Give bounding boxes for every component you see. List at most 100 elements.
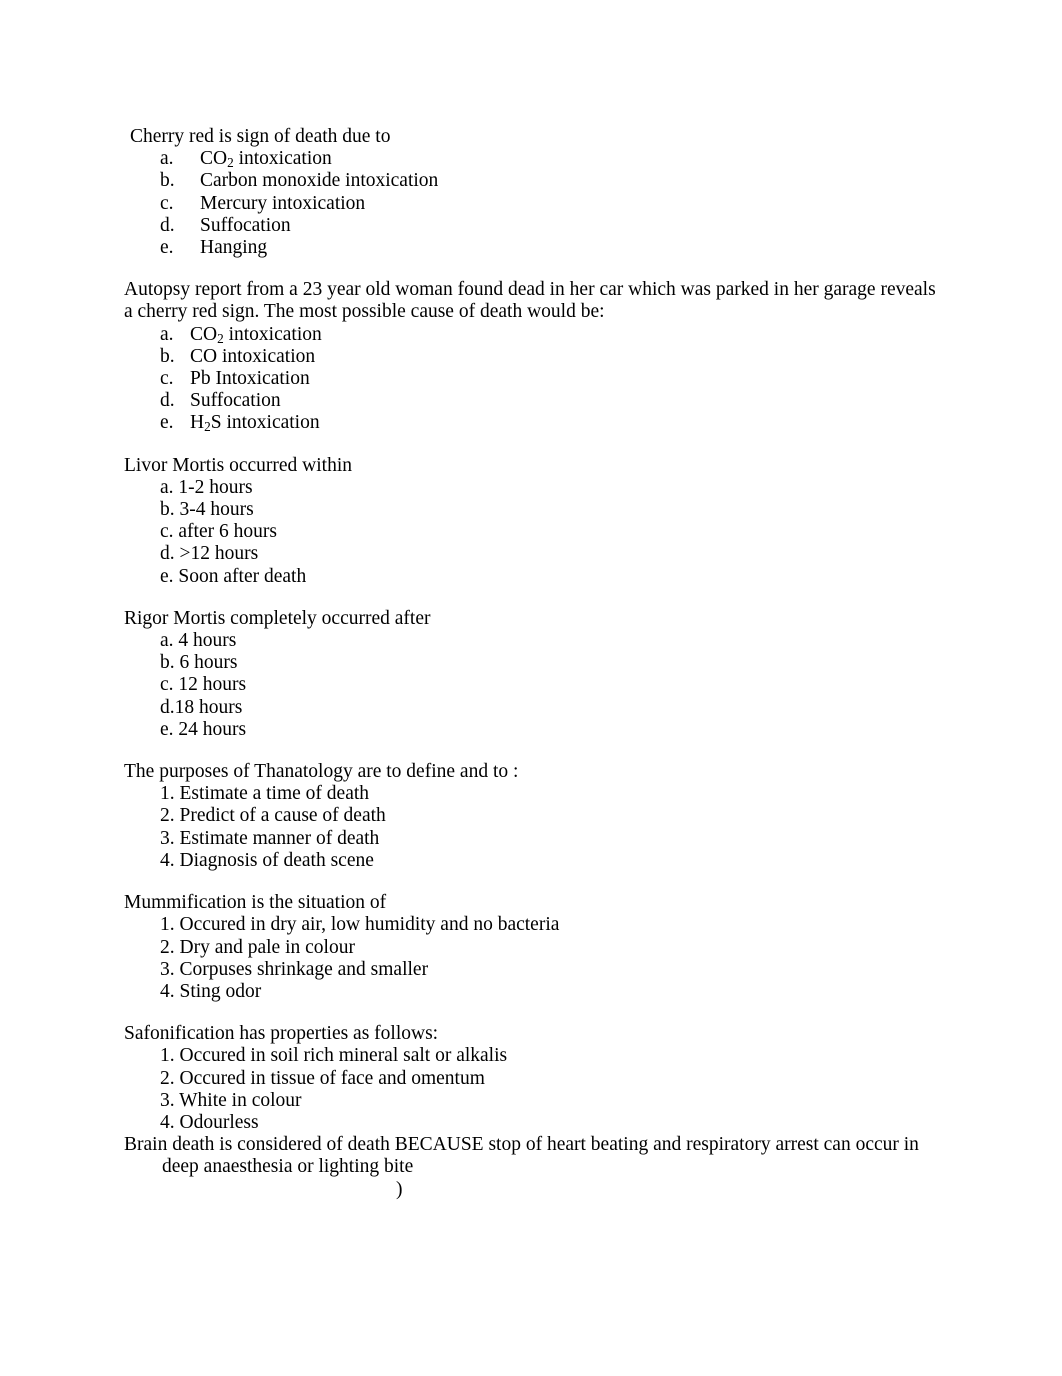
option-text-main: 3. Corpuses shrinkage and smaller — [160, 958, 429, 980]
option-marker: d. — [160, 214, 175, 236]
question-stem-cherry-red-sign: Cherry red is sign of death due to — [130, 126, 391, 147]
option-marker: c. — [160, 368, 174, 390]
option-list-autopsy-report-garage: a. CO2 intoxication b. CO intoxication c. Pb … — [124, 324, 940, 435]
question-stem-autopsy-report-garage: Autopsy report from a 23 year old woman … — [124, 279, 936, 323]
option-item[interactable]: 3. Estimate manner of death — [124, 828, 940, 850]
option-item[interactable]: c. Mercury intoxication — [124, 193, 940, 215]
option-item[interactable]: e. 24 hours — [124, 719, 940, 741]
option-text: 1. Occured in soil rich mineral salt or … — [160, 1045, 507, 1066]
option-item[interactable]: d. >12 hours — [124, 543, 940, 565]
option-text: d. >12 hours — [160, 543, 258, 564]
option-text-main: c. after 6 hours — [160, 521, 277, 543]
option-text-main: Suffocation — [190, 390, 281, 412]
option-item[interactable]: d. Suffocation — [124, 390, 940, 412]
option-item[interactable]: 3. Corpuses shrinkage and smaller — [124, 959, 940, 981]
option-text-main: 2. Predict of a cause of death — [160, 805, 386, 827]
option-list-livor-mortis: a. 1-2 hours b. 3-4 hours c. after 6 hours… — [124, 477, 940, 588]
option-item[interactable]: b. 3-4 hours — [124, 499, 940, 521]
option-text-main: 4. Diagnosis of death scene — [160, 849, 374, 871]
option-text-tail: intoxication — [223, 323, 322, 345]
question-stem-brain-death: Brain death is considered of death BECAU… — [124, 1134, 940, 1201]
option-text: CO2 intoxication — [190, 324, 322, 345]
question-stem-safonification: Safonification has properties as follows… — [124, 1023, 439, 1045]
option-item[interactable]: 2. Predict of a cause of death — [124, 805, 940, 827]
option-marker: b. — [160, 345, 175, 367]
option-text-main: 3. Estimate manner of death — [160, 827, 380, 849]
question-block-safonification: Safonification has properties as follows… — [124, 1023, 940, 1134]
option-item[interactable]: a. CO2 intoxication — [124, 324, 940, 346]
option-item[interactable]: e. Hanging — [124, 237, 940, 259]
option-text: 2. Occured in tissue of face and omentum — [160, 1068, 485, 1089]
question-stem-thanatology-purposes: The purposes of Thanatology are to defin… — [124, 761, 519, 783]
option-item[interactable]: 4. Sting odor — [124, 981, 940, 1003]
option-text: CO intoxication — [190, 346, 315, 367]
option-marker: c. — [160, 192, 174, 214]
option-item[interactable]: 4. Odourless — [124, 1112, 940, 1134]
option-text: d.18 hours — [160, 697, 242, 718]
option-item[interactable]: b. CO intoxication — [124, 346, 940, 368]
option-item[interactable]: a. 1-2 hours — [124, 477, 940, 499]
option-text: b. 6 hours — [160, 652, 237, 673]
option-text: c. after 6 hours — [160, 521, 277, 542]
option-item[interactable]: e. H2S intoxication — [124, 412, 940, 434]
option-item[interactable]: 1. Occured in soil rich mineral salt or … — [124, 1045, 940, 1067]
option-text: b. 3-4 hours — [160, 499, 254, 520]
option-item[interactable]: 3. White in colour — [124, 1090, 940, 1112]
document-page: Cherry red is sign of death due to a. CO2 … — [0, 0, 1062, 1376]
question-block-mummification: Mummification is the situation of 1. Occu… — [124, 892, 940, 1003]
option-text: 2. Predict of a cause of death — [160, 805, 386, 826]
option-item[interactable]: 1. Estimate a time of death — [124, 783, 940, 805]
option-item[interactable]: c. after 6 hours — [124, 521, 940, 543]
option-item[interactable]: 2. Occured in tissue of face and omentum — [124, 1068, 940, 1090]
option-marker: d. — [160, 390, 175, 412]
option-item[interactable]: a. 4 hours — [124, 630, 940, 652]
option-item[interactable]: e. Soon after death — [124, 566, 940, 588]
option-text-main: 4. Odourless — [160, 1111, 259, 1133]
option-text-main: e. 24 hours — [160, 718, 247, 740]
option-list-mummification: 1. Occured in dry air, low humidity and … — [124, 914, 940, 1003]
question-stem-livor-mortis: Livor Mortis occurred within — [124, 454, 352, 476]
option-text: CO2 intoxication — [200, 148, 332, 169]
option-item[interactable]: c. 12 hours — [124, 674, 940, 696]
option-text: Mercury intoxication — [200, 193, 365, 214]
option-text: 3. White in colour — [160, 1090, 302, 1111]
stray-parenthesis-mark: ) — [396, 1178, 403, 1200]
option-text: 4. Odourless — [160, 1112, 259, 1133]
option-text-main: Suffocation — [200, 214, 291, 236]
option-text-main: a. 4 hours — [160, 630, 237, 652]
option-text-main: 2. Dry and pale in colour — [160, 936, 355, 958]
option-text: 3. Corpuses shrinkage and smaller — [160, 959, 428, 980]
option-text-main: d. >12 hours — [160, 543, 259, 565]
option-text-main: Carbon monoxide intoxication — [200, 170, 439, 192]
option-text: Hanging — [200, 237, 267, 258]
option-text-main: c. 12 hours — [160, 674, 247, 696]
option-text-main: 2. Occured in tissue of face and omentum — [160, 1067, 485, 1089]
option-item[interactable]: 4. Diagnosis of death scene — [124, 850, 940, 872]
option-item[interactable]: d.18 hours — [124, 697, 940, 719]
brain-death-line-1: Brain death is considered of death BECAU… — [124, 1134, 919, 1156]
option-text: Carbon monoxide intoxication — [200, 170, 438, 191]
option-item[interactable]: b. 6 hours — [124, 652, 940, 674]
question-block-brain-death: Brain death is considered of death BECAU… — [124, 1134, 940, 1201]
chemical-subscript: 2 — [204, 419, 211, 435]
option-item[interactable]: b. Carbon monoxide intoxication — [124, 170, 940, 192]
option-item[interactable]: a. CO2 intoxication — [124, 148, 940, 170]
option-text: 3. Estimate manner of death — [160, 828, 379, 849]
option-text: 4. Sting odor — [160, 981, 261, 1002]
brain-death-line-2: deep anaesthesia or lighting bite — [162, 1156, 414, 1178]
question-block-cherry-red-sign: Cherry red is sign of death due to a. CO2 … — [124, 126, 940, 259]
option-text-main: d.18 hours — [160, 696, 243, 718]
option-item[interactable]: d. Suffocation — [124, 215, 940, 237]
option-text-main: b. 6 hours — [160, 652, 238, 674]
option-text: H2S intoxication — [190, 412, 320, 433]
option-text: 2. Dry and pale in colour — [160, 937, 355, 958]
option-item[interactable]: 2. Dry and pale in colour — [124, 937, 940, 959]
option-list-thanatology-purposes: 1. Estimate a time of death 2. Predict of… — [124, 783, 940, 872]
option-text-main: H — [190, 412, 205, 434]
question-stem-mummification: Mummification is the situation of — [124, 892, 387, 914]
option-marker: e. — [160, 412, 174, 434]
option-item[interactable]: 1. Occured in dry air, low humidity and … — [124, 914, 940, 936]
option-item[interactable]: c. Pb Intoxication — [124, 368, 940, 390]
document-body: Cherry red is sign of death due to a. CO2 … — [124, 126, 940, 1201]
option-text-tail: intoxication — [233, 148, 332, 170]
